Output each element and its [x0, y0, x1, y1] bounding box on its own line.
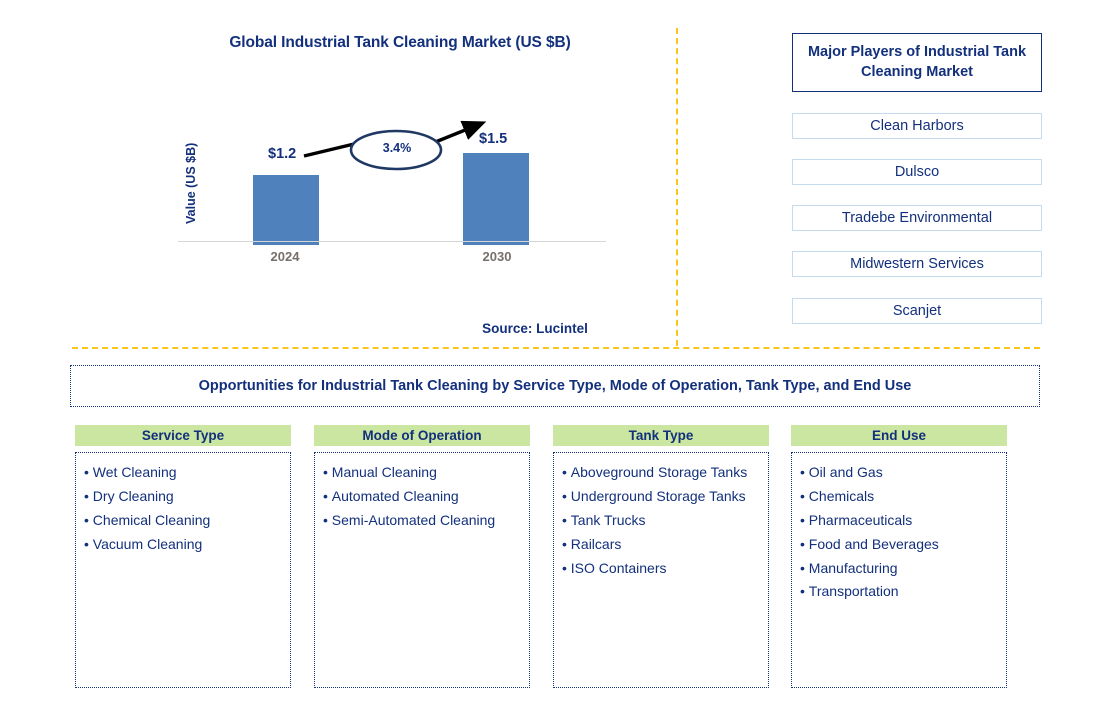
player-item-tradebe-environmental[interactable]: Tradebe Environmental [792, 205, 1042, 231]
category-list-tank-type: Aboveground Storage Tanks Underground St… [553, 452, 769, 688]
list-item: Aboveground Storage Tanks [562, 463, 762, 483]
chart-x-axis-line [178, 241, 606, 242]
category-header-tank-type: Tank Type [553, 425, 769, 446]
list-item: Underground Storage Tanks [562, 487, 762, 507]
list-item: Chemicals [800, 487, 1000, 507]
player-item-scanjet[interactable]: Scanjet [792, 298, 1042, 324]
list-item: Dry Cleaning [84, 487, 284, 507]
list-item: Pharmaceuticals [800, 511, 1000, 531]
list-item: Manufacturing [800, 559, 1000, 579]
player-item-dulsco[interactable]: Dulsco [792, 159, 1042, 185]
bar-2024 [253, 175, 319, 245]
category-list-mode-of-operation: Manual Cleaning Automated Cleaning Semi-… [314, 452, 530, 688]
vertical-divider [676, 28, 678, 346]
opportunities-banner: Opportunities for Industrial Tank Cleani… [70, 365, 1040, 407]
category-list-end-use: Oil and Gas Chemicals Pharmaceuticals Fo… [791, 452, 1007, 688]
list-item: ISO Containers [562, 559, 762, 579]
list-item: Vacuum Cleaning [84, 535, 284, 555]
list-item: Railcars [562, 535, 762, 555]
category-header-service-type: Service Type [75, 425, 291, 446]
chart-title: Global Industrial Tank Cleaning Market (… [229, 34, 571, 51]
list-item: Wet Cleaning [84, 463, 284, 483]
list-item: Manual Cleaning [323, 463, 523, 483]
list-item: Automated Cleaning [323, 487, 523, 507]
category-header-mode-of-operation: Mode of Operation [314, 425, 530, 446]
cagr-value-label: 3.4% [382, 141, 412, 155]
infographic-page: Global Industrial Tank Cleaning Market (… [0, 0, 1106, 723]
list-item: Oil and Gas [800, 463, 1000, 483]
list-item: Tank Trucks [562, 511, 762, 531]
horizontal-divider [72, 347, 1040, 349]
category-list-service-type: Wet Cleaning Dry Cleaning Chemical Clean… [75, 452, 291, 688]
player-item-clean-harbors[interactable]: Clean Harbors [792, 113, 1042, 139]
major-players-header: Major Players of Industrial Tank Cleanin… [792, 33, 1042, 92]
list-item: Food and Beverages [800, 535, 1000, 555]
list-item: Semi-Automated Cleaning [323, 511, 523, 531]
player-item-midwestern-services[interactable]: Midwestern Services [792, 251, 1042, 277]
bar-value-2024: $1.2 [268, 146, 297, 162]
chart-source-label: Source: Lucintel [482, 321, 588, 336]
list-item: Transportation [800, 582, 1000, 602]
category-header-end-use: End Use [791, 425, 1007, 446]
list-item: Chemical Cleaning [84, 511, 284, 531]
x-tick-label-2024: 2024 [270, 249, 300, 264]
x-tick-label-2030: 2030 [482, 249, 512, 264]
